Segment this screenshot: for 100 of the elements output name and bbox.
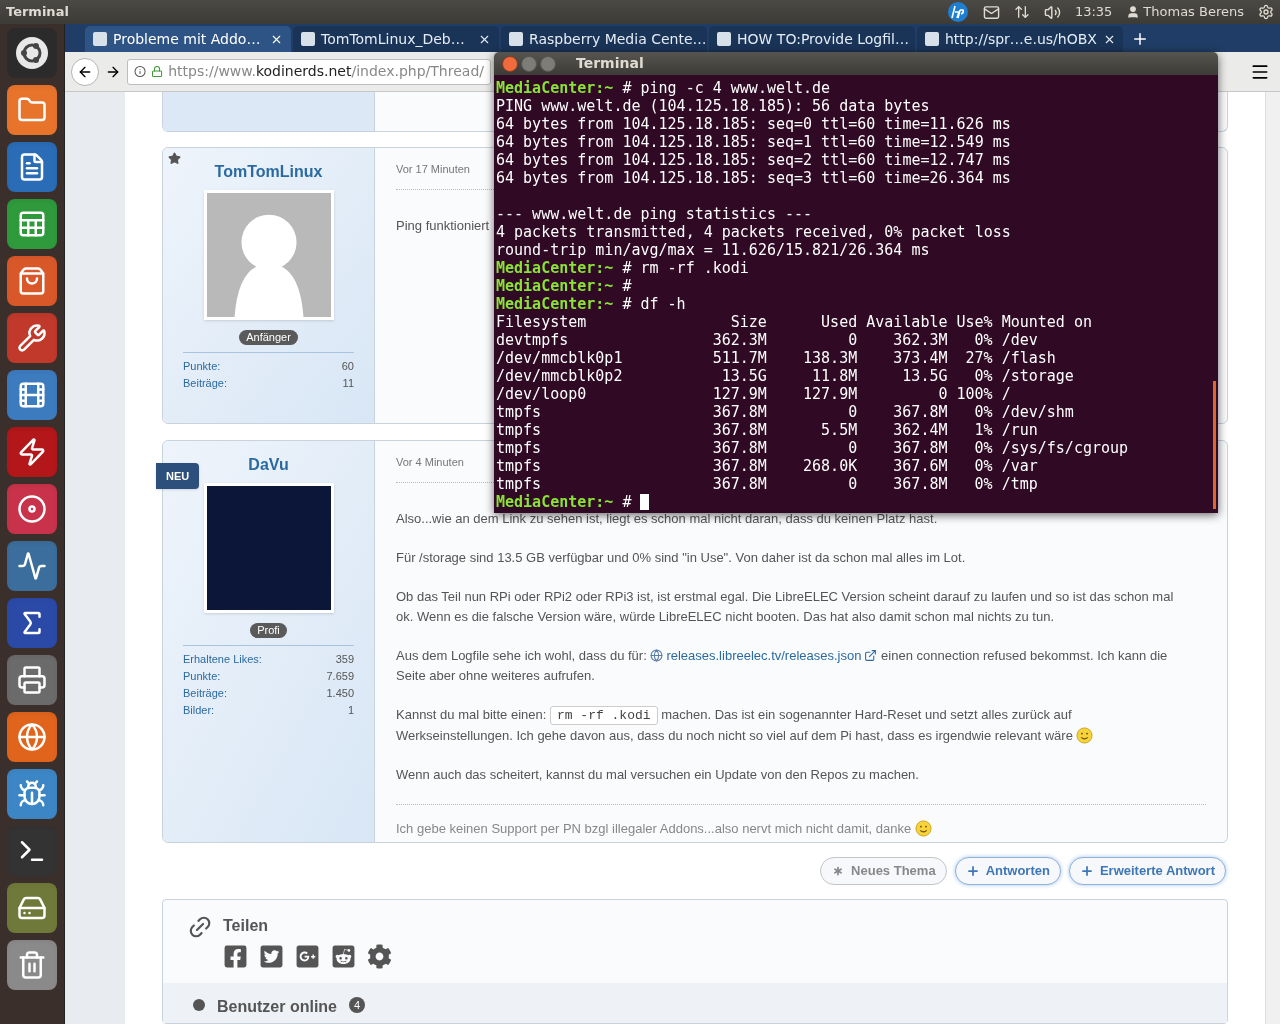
stat-label: Punkte: <box>183 668 221 684</box>
minimize-button[interactable] <box>521 55 537 72</box>
terminal-cell-text: tmpfs <box>496 421 543 439</box>
film-icon[interactable] <box>7 370 57 420</box>
terminal-line: MediaCenter:~ # ping -c 4 www.welt.de <box>496 79 832 97</box>
author-name[interactable]: DaVu <box>248 454 289 475</box>
folder-icon[interactable] <box>7 85 57 135</box>
monitor-graph-icon[interactable] <box>7 541 57 591</box>
spreadsheet-icon[interactable] <box>7 199 57 249</box>
terminal-cell-text: 0 <box>847 403 858 421</box>
hp-logo-icon[interactable] <box>946 1 969 23</box>
terminal-cell-text: /dev <box>1000 331 1038 349</box>
smiley-icon <box>914 819 932 837</box>
post-paragraph: Wenn auch das scheitert, kannst du mal versuchen ein Update von den Repos zu machen. <box>396 765 919 784</box>
stat-value: 359 <box>335 651 354 667</box>
clock-text[interactable]: 13:35 <box>1074 2 1113 22</box>
page-favicon <box>509 32 523 46</box>
action-button[interactable]: Erweiterte Antwort <box>1068 857 1226 885</box>
terminal-cell-text: /run <box>1000 421 1038 439</box>
terminal-icon[interactable] <box>7 826 57 876</box>
terminal-cell-text: 0% <box>973 457 993 475</box>
network-icon[interactable] <box>1013 4 1030 20</box>
terminal-cell-text: tmpfs <box>496 403 543 421</box>
twitter-icon[interactable] <box>259 944 284 969</box>
url-field[interactable]: https://www.kodinerds.net/index.php/Thread/ <box>127 58 491 85</box>
terminal-cell-text: 11.8M <box>811 367 858 385</box>
back-button[interactable] <box>71 57 99 86</box>
page-favicon <box>301 32 315 46</box>
browser-tab[interactable]: http://spr…e.us/hOBX <box>917 26 1123 52</box>
browser-tab[interactable]: Raspberry Media Cente… <box>501 26 707 52</box>
url-text: https://www.kodinerds.net/index.php/Thread/ <box>168 62 484 81</box>
terminal-cell-text: 0 <box>847 475 858 493</box>
terminal-cell-text: 0% <box>973 367 993 385</box>
new-tab-icon[interactable] <box>1131 30 1149 48</box>
terminal-cell-text: 367.8M <box>711 475 767 493</box>
reddit-icon[interactable] <box>331 944 356 969</box>
ubuntu-logo-icon[interactable] <box>7 28 57 78</box>
globe-icon[interactable] <box>7 712 57 762</box>
terminal-cell-text: 362.4M <box>892 421 948 439</box>
wrench-icon[interactable] <box>7 313 57 363</box>
terminal-cell-text: tmpfs <box>496 475 543 493</box>
terminal-line: 64 bytes from 104.125.18.185: seq=1 ttl=60 time=12.549 ms <box>496 133 1012 151</box>
terminal-line: 64 bytes from 104.125.18.185: seq=3 ttl=60 time=26.364 ms <box>496 169 1012 187</box>
mail-icon[interactable] <box>982 3 1000 21</box>
post-time[interactable]: Vor 17 Minuten <box>396 162 470 176</box>
google-plus-icon[interactable] <box>295 944 320 969</box>
new-ribbon: NEU <box>156 462 200 490</box>
terminal-cell-text: 0% <box>973 403 993 421</box>
stat-value: 11 <box>342 376 354 391</box>
action-button[interactable]: Antworten <box>954 857 1061 885</box>
terminal-cell-text: 138.3M <box>802 349 858 367</box>
terminal-cell-text: 362.3M <box>892 331 948 349</box>
sigma-icon[interactable] <box>7 598 57 648</box>
terminal-cell-text: 367.8M <box>711 403 767 421</box>
plus-icon <box>1079 864 1094 878</box>
browser-tab[interactable]: Probleme mit Addo… <box>85 26 291 52</box>
terminal-line: MediaCenter:~ # rm -rf .kodi <box>496 259 750 277</box>
terminal-line: round-trip min/avg/max = 11.626/15.821/26.364 ms <box>496 241 931 259</box>
terminal-cell-text: 362.3M <box>711 331 767 349</box>
terminal-cell-text: 100% <box>955 385 993 403</box>
scanner-icon[interactable] <box>7 655 57 705</box>
settings-icon[interactable] <box>367 944 392 969</box>
terminal-cell-text: 1% <box>973 421 993 439</box>
volume-icon[interactable] <box>1043 3 1061 21</box>
terminal-cell-text: Size <box>729 313 767 331</box>
stat-value: 1.450 <box>326 685 354 701</box>
window-title: Terminal <box>576 54 644 73</box>
settings-icon[interactable] <box>1258 4 1274 20</box>
facebook-icon[interactable] <box>223 944 248 969</box>
trash-icon[interactable] <box>7 940 57 990</box>
terminal-cell-text: 127.9M <box>802 385 858 403</box>
browser-tab[interactable]: HOW TO:Provide Logfil… <box>709 26 915 52</box>
lightning-icon[interactable] <box>7 427 57 477</box>
terminal-cell-text: 367.8M <box>892 439 948 457</box>
rank-badge: Anfänger <box>239 330 298 345</box>
terminal-line: MediaCenter:~ # df -h <box>496 295 687 313</box>
page-favicon <box>93 32 107 46</box>
link[interactable]: releases.libreelec.tv/releases.json <box>650 647 878 663</box>
info-icon[interactable] <box>134 65 147 78</box>
maximize-button[interactable] <box>540 55 556 72</box>
post-time[interactable]: Vor 4 Minuten <box>396 454 464 469</box>
browser-tab[interactable]: TomTomLinux_Deb… <box>293 26 499 52</box>
terminal-cell-text: tmpfs <box>496 457 543 475</box>
terminal-cell-text: 0% <box>973 439 993 457</box>
plus-icon <box>965 864 980 878</box>
terminal-cell-text: 367.6M <box>892 457 948 475</box>
stat-label: Bilder: <box>183 702 215 718</box>
terminal-cell-text: 367.8M <box>892 475 948 493</box>
terminal-cell-text: 367.8M <box>711 457 767 475</box>
close-button[interactable] <box>502 55 518 72</box>
butterfly-icon[interactable] <box>7 769 57 819</box>
terminal-cell-text: Mounted on <box>1000 313 1092 331</box>
document-icon[interactable] <box>7 142 57 192</box>
terminal-cell-text: Use% <box>955 313 993 331</box>
author-name[interactable]: TomTomLinux <box>214 162 323 182</box>
shopping-bag-icon[interactable] <box>7 256 57 306</box>
stat-label: Punkte: <box>183 359 221 374</box>
user-name[interactable]: Thomas Berens <box>1143 2 1244 22</box>
terminal-cell-text: tmpfs <box>496 439 543 457</box>
terminal-line: --- www.welt.de ping statistics --- <box>496 205 814 223</box>
